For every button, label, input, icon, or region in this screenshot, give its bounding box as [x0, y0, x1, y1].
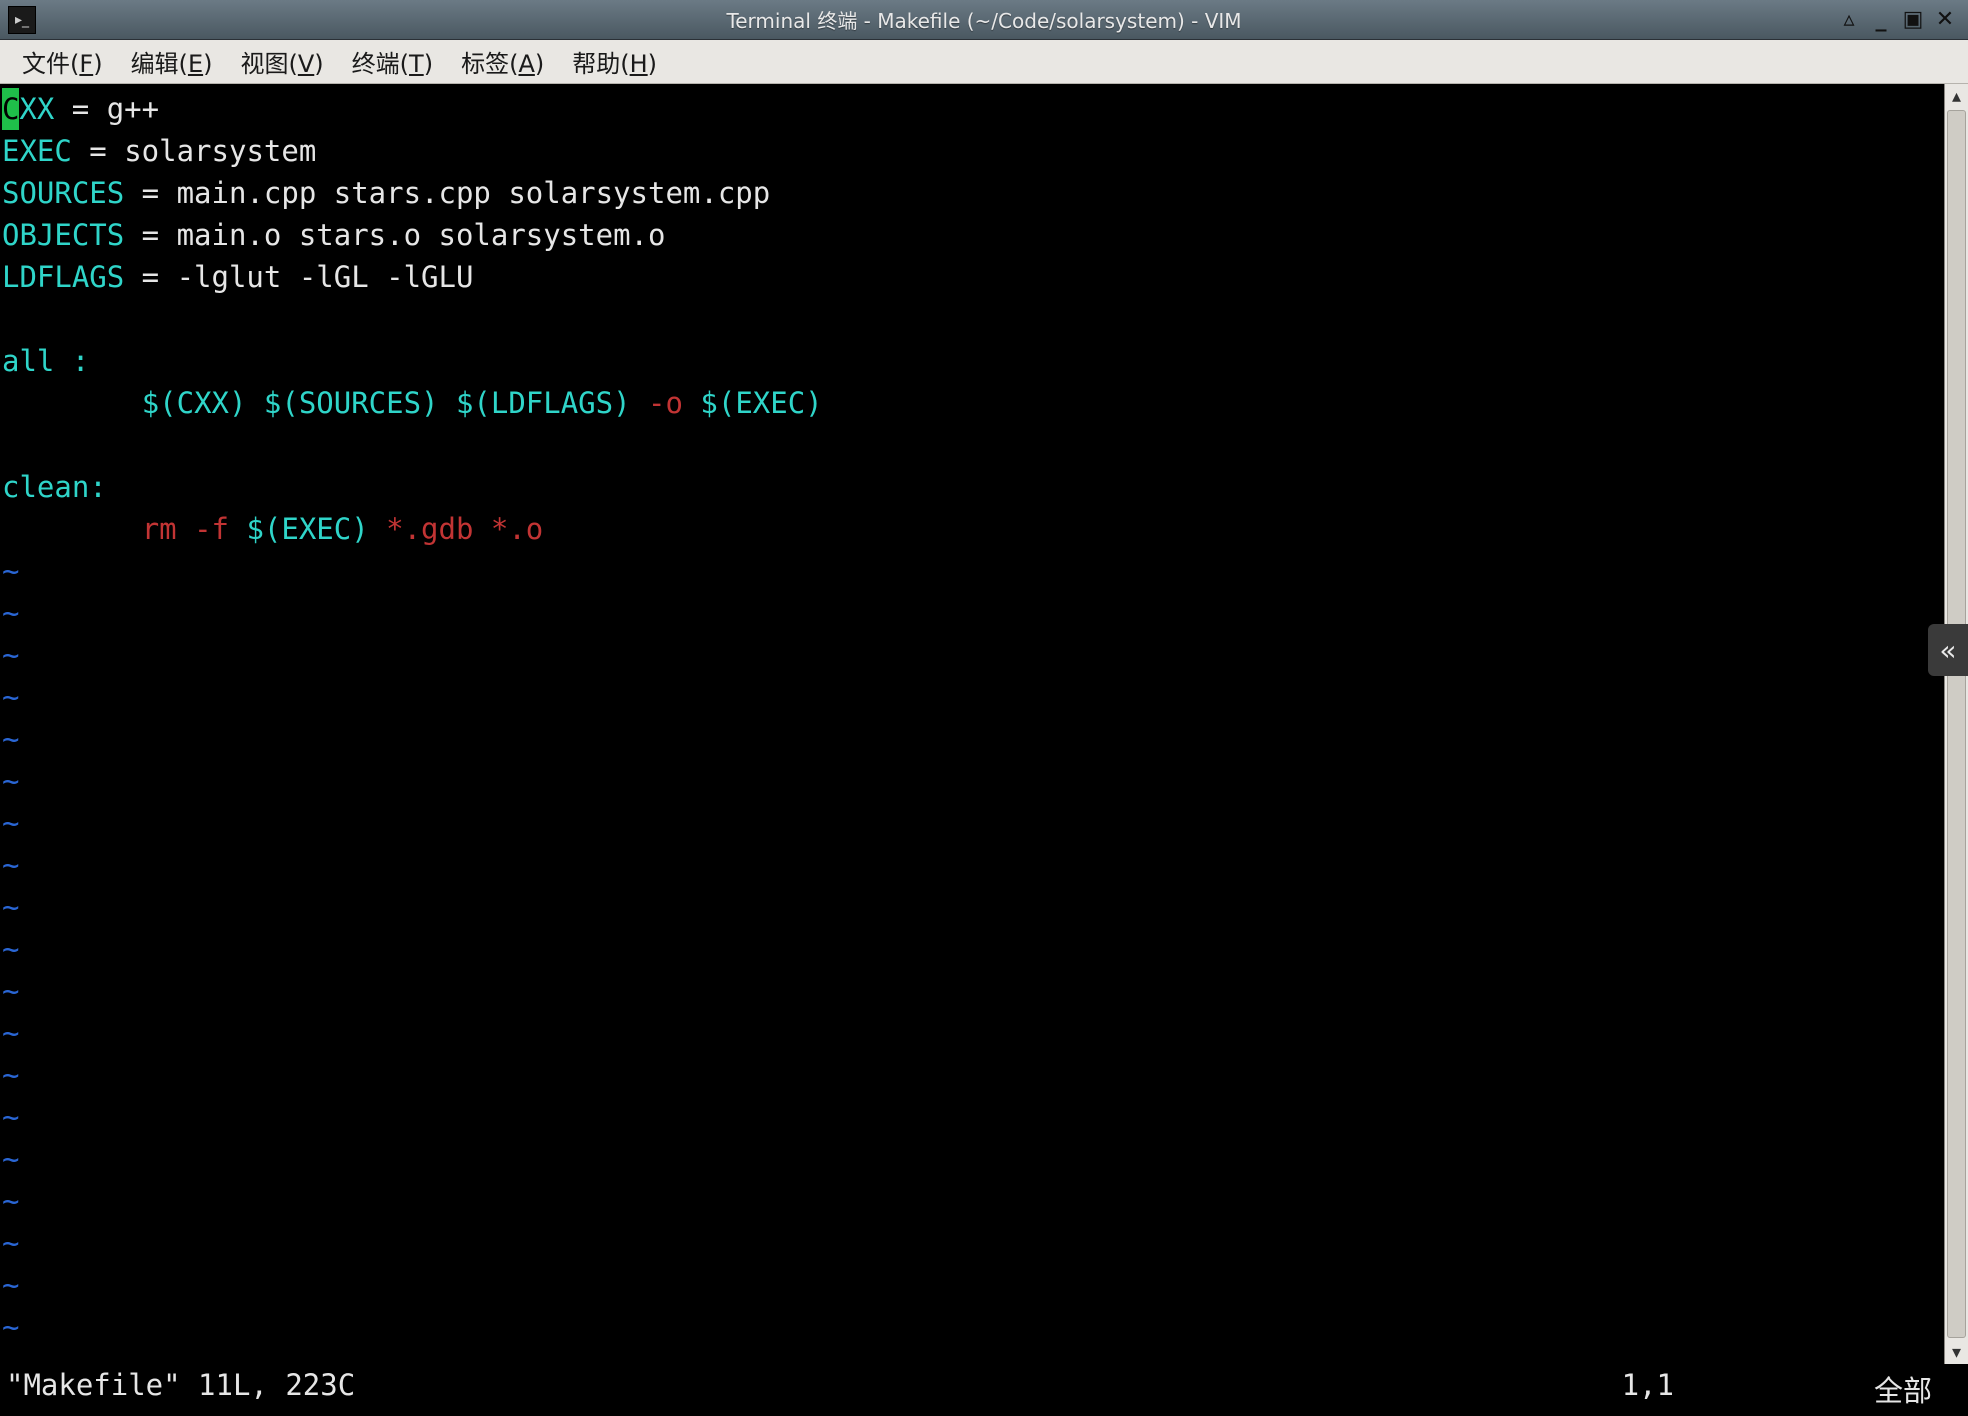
vim-empty-line-tilde: ~ — [2, 974, 19, 1008]
vim-empty-line-tilde: ~ — [2, 596, 19, 630]
terminal-app-icon: ▸_ — [8, 6, 36, 34]
status-file-info: "Makefile" 11L, 223C — [6, 1368, 355, 1410]
titlebar[interactable]: ▸_ Terminal 终端 - Makefile (~/Code/solars… — [0, 0, 1968, 40]
status-scroll-pct: 全部 — [1874, 1368, 1932, 1410]
menu-tabs[interactable]: 标签(A) — [447, 40, 558, 83]
make-var-EXEC: EXEC — [2, 134, 72, 168]
vim-empty-line-tilde: ~ — [2, 722, 19, 756]
vim-empty-line-tilde: ~ — [2, 554, 19, 588]
shade-button[interactable]: ▵ — [1836, 7, 1862, 33]
make-var-OBJECTS: OBJECTS — [2, 218, 124, 252]
scroll-up-arrow-icon[interactable]: ▴ — [1945, 84, 1968, 108]
menu-edit[interactable]: 编辑(E) — [117, 40, 227, 83]
vim-empty-line-tilde: ~ — [2, 638, 19, 672]
vim-empty-line-tilde: ~ — [2, 1184, 19, 1218]
make-target-clean: clean: — [2, 470, 107, 504]
menu-help[interactable]: 帮助(H) — [558, 40, 671, 83]
status-cursor-pos: 1,1 — [1622, 1368, 1674, 1410]
vim-statusline: "Makefile" 11L, 223C 1,1 全部 — [0, 1364, 1968, 1416]
scroll-down-arrow-icon[interactable]: ▾ — [1945, 1340, 1968, 1364]
menu-file[interactable]: 文件(F) — [8, 40, 117, 83]
vim-empty-line-tilde: ~ — [2, 764, 19, 798]
minimize-button[interactable]: _ — [1868, 7, 1894, 33]
vertical-scrollbar[interactable]: ▴ ▾ — [1944, 84, 1968, 1364]
menu-terminal[interactable]: 终端(T) — [338, 40, 447, 83]
vim-empty-line-tilde: ~ — [2, 1268, 19, 1302]
vim-empty-line-tilde: ~ — [2, 890, 19, 924]
vim-text-buffer[interactable]: CXX = g++ EXEC = solarsystem SOURCES = m… — [0, 84, 1944, 1364]
make-var-CXX: XX — [19, 92, 54, 126]
terminal-window: ▸_ Terminal 终端 - Makefile (~/Code/solars… — [0, 0, 1968, 1416]
vim-empty-line-tilde: ~ — [2, 806, 19, 840]
vim-empty-line-tilde: ~ — [2, 1016, 19, 1050]
vim-empty-line-tilde: ~ — [2, 1226, 19, 1260]
maximize-button[interactable]: ▣ — [1900, 7, 1926, 33]
vim-empty-line-tilde: ~ — [2, 848, 19, 882]
close-button[interactable]: ✕ — [1932, 7, 1958, 33]
vim-empty-line-tilde: ~ — [2, 1100, 19, 1134]
vim-cursor: C — [2, 88, 19, 130]
side-collapse-tab[interactable]: « — [1928, 624, 1968, 676]
window-controls: ▵ _ ▣ ✕ — [1836, 7, 1968, 33]
menu-view[interactable]: 视图(V) — [226, 40, 337, 83]
make-var-LDFLAGS: LDFLAGS — [2, 260, 124, 294]
vim-empty-line-tilde: ~ — [2, 680, 19, 714]
window-title: Terminal 终端 - Makefile (~/Code/solarsyst… — [0, 5, 1968, 34]
menubar: 文件(F) 编辑(E) 视图(V) 终端(T) 标签(A) 帮助(H) — [0, 40, 1968, 84]
make-var-SOURCES: SOURCES — [2, 176, 124, 210]
editor-area: CXX = g++ EXEC = solarsystem SOURCES = m… — [0, 84, 1968, 1364]
vim-empty-line-tilde: ~ — [2, 932, 19, 966]
scrollbar-thumb[interactable] — [1947, 110, 1966, 1338]
vim-empty-line-tilde: ~ — [2, 1142, 19, 1176]
vim-empty-line-tilde: ~ — [2, 1310, 19, 1344]
chevron-left-icon: « — [1939, 634, 1956, 667]
make-target-all: all : — [2, 344, 89, 378]
vim-empty-line-tilde: ~ — [2, 1058, 19, 1092]
